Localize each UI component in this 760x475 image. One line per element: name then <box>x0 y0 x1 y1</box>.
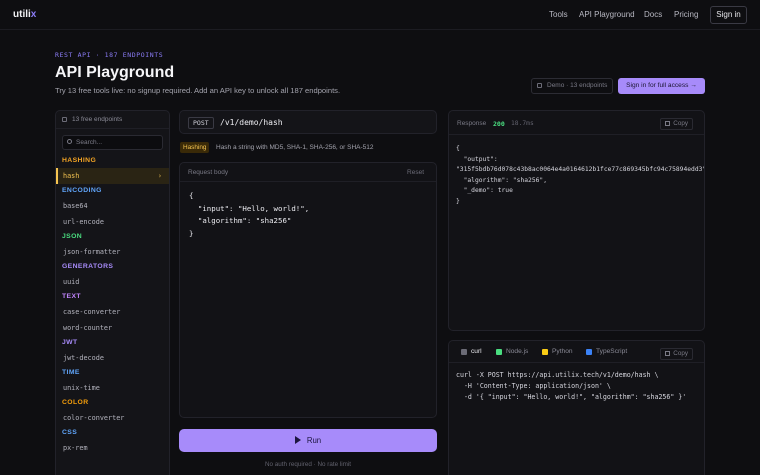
sidebar-item-label: uuid <box>63 278 80 286</box>
sign-in-full-access-button[interactable]: Sign in for full access → <box>618 78 705 94</box>
sidebar-item-hash[interactable]: hash › <box>56 168 169 184</box>
request-body-panel: Request body Reset { "input": "Hello, wo… <box>179 162 437 418</box>
status-badge: 200 <box>493 120 505 128</box>
sidebar-item-px-rem[interactable]: px-rem <box>56 440 169 456</box>
sidebar-item-label: color-converter <box>63 414 125 422</box>
copy-label: Copy <box>673 350 688 357</box>
sidebar-item-label: url-encode <box>63 218 104 226</box>
search-input[interactable]: Search... <box>62 135 163 150</box>
sidebar-item-label: json-formatter <box>63 248 121 256</box>
sign-in-button[interactable]: Sign in <box>710 6 747 24</box>
lock-icon <box>62 117 67 122</box>
nav-link-tools[interactable]: Tools <box>549 10 568 19</box>
sidebar-item-label: jwt-decode <box>63 354 104 362</box>
category-label-time: TIME <box>62 369 80 376</box>
sidebar-item-unix-time[interactable]: unix-time <box>56 380 169 396</box>
nav-link-api-playground[interactable]: API Playground <box>579 10 635 19</box>
response-panel: Response 200 18.7ms Copy { "output": "31… <box>448 110 705 331</box>
sidebar-item-label: word-counter <box>63 324 113 332</box>
page-title: API Playground <box>55 64 175 81</box>
nodejs-icon <box>496 349 502 355</box>
search-placeholder: Search... <box>76 139 103 146</box>
copy-snippet-button[interactable]: Copy <box>660 348 693 360</box>
logo-accent: x <box>30 9 37 20</box>
url-bar: POST /v1/demo/hash <box>179 110 437 134</box>
sidebar-item-json-formatter[interactable]: json-formatter <box>56 244 169 260</box>
python-icon <box>542 349 548 355</box>
category-label-css: CSS <box>62 429 78 436</box>
search-icon <box>67 139 72 144</box>
sidebar-item-label: unix-time <box>63 384 100 392</box>
footer-note: No auth required · No rate limit <box>264 461 352 468</box>
response-header: Response 200 18.7ms Copy <box>449 111 704 135</box>
sidebar-item-word-counter[interactable]: word-counter <box>56 320 169 336</box>
request-body-editor[interactable]: { "input": "Hello, world!", "algorithm":… <box>189 190 309 240</box>
endpoint-sidebar: 13 free endpoints Search... HASHING hash ›… <box>55 110 170 475</box>
snippet-tabs: curl Node.js Python TypeScript Copy <box>449 341 704 363</box>
demo-badge: Demo · 13 endpoints <box>531 78 613 94</box>
category-label-color: COLOR <box>62 399 89 406</box>
response-label: Response <box>457 120 487 127</box>
copy-response-button[interactable]: Copy <box>660 118 693 130</box>
chevron-right-icon: › <box>157 172 162 180</box>
sidebar-item-case-converter[interactable]: case-converter <box>56 304 169 320</box>
category-label-jwt: JWT <box>62 339 78 346</box>
sidebar-item-label: hash <box>63 172 80 180</box>
run-button[interactable]: Run <box>179 429 437 452</box>
sidebar-item-color-converter[interactable]: color-converter <box>56 410 169 426</box>
category-label-encoding: ENCODING <box>62 187 102 194</box>
eyebrow: REST API · 187 ENDPOINTS <box>55 51 164 59</box>
demo-badge-label: Demo · 13 endpoints <box>547 82 608 89</box>
sidebar-header: 13 free endpoints <box>56 111 169 129</box>
tab-label: Python <box>552 348 573 355</box>
sidebar-item-base64[interactable]: base64 <box>56 198 169 214</box>
sidebar-item-label: case-converter <box>63 308 121 316</box>
response-time: 18.7ms <box>511 120 534 127</box>
category-label-generators: GENERATORS <box>62 263 114 270</box>
play-icon <box>294 436 301 444</box>
sidebar-item-label: px-rem <box>63 444 88 452</box>
tab-label: Node.js <box>506 348 529 355</box>
response-body: { "output": "315f5bdb76d078c43b8ac0064e4… <box>456 145 705 205</box>
sidebar-header-label: 13 free endpoints <box>72 116 123 123</box>
copy-icon <box>665 351 671 356</box>
endpoint-description: Hash a string with MD5, SHA-1, SHA-256, … <box>216 144 374 151</box>
run-label: Run <box>306 436 322 445</box>
logo[interactable]: utilix <box>13 9 36 20</box>
request-body-header: Request body Reset <box>180 163 436 182</box>
copy-label: Copy <box>673 120 688 127</box>
code-snippet-panel: curl Node.js Python TypeScript Copy curl… <box>448 340 705 475</box>
tab-typescript[interactable]: TypeScript <box>585 341 627 363</box>
endpoint-path: /v1/demo/hash <box>220 118 283 127</box>
tab-curl[interactable]: curl <box>460 341 482 363</box>
category-label-hashing: HASHING <box>62 157 97 164</box>
sidebar-item-label: base64 <box>63 202 88 210</box>
typescript-icon <box>586 349 592 355</box>
curl-icon <box>461 349 467 355</box>
method-badge: POST <box>188 117 214 129</box>
tab-label: TypeScript <box>596 348 628 355</box>
category-tag: Hashing <box>180 142 210 153</box>
logo-text: utili <box>13 9 31 20</box>
sidebar-item-jwt-decode[interactable]: jwt-decode <box>56 350 169 366</box>
page-subtitle: Try 13 free tools live: no signup requir… <box>55 86 341 95</box>
category-label-text: TEXT <box>62 293 81 300</box>
nav-link-pricing[interactable]: Pricing <box>674 10 698 19</box>
top-nav: utilix Tools API Playground Docs Pricing… <box>0 0 760 30</box>
category-label-json: JSON <box>62 233 83 240</box>
tab-python[interactable]: Python <box>541 341 573 363</box>
tab-label: curl <box>471 348 482 355</box>
sidebar-item-uuid[interactable]: uuid <box>56 274 169 290</box>
lock-icon <box>537 83 542 88</box>
copy-icon <box>665 121 671 126</box>
nav-link-docs[interactable]: Docs <box>644 10 662 19</box>
sidebar-item-url-encode[interactable]: url-encode <box>56 214 169 230</box>
request-body-label: Request body <box>188 169 229 176</box>
snippet-code: curl -X POST https://api.utilix.tech/v1/… <box>456 371 687 401</box>
tab-nodejs[interactable]: Node.js <box>495 341 528 363</box>
reset-button[interactable]: Reset <box>407 169 424 176</box>
